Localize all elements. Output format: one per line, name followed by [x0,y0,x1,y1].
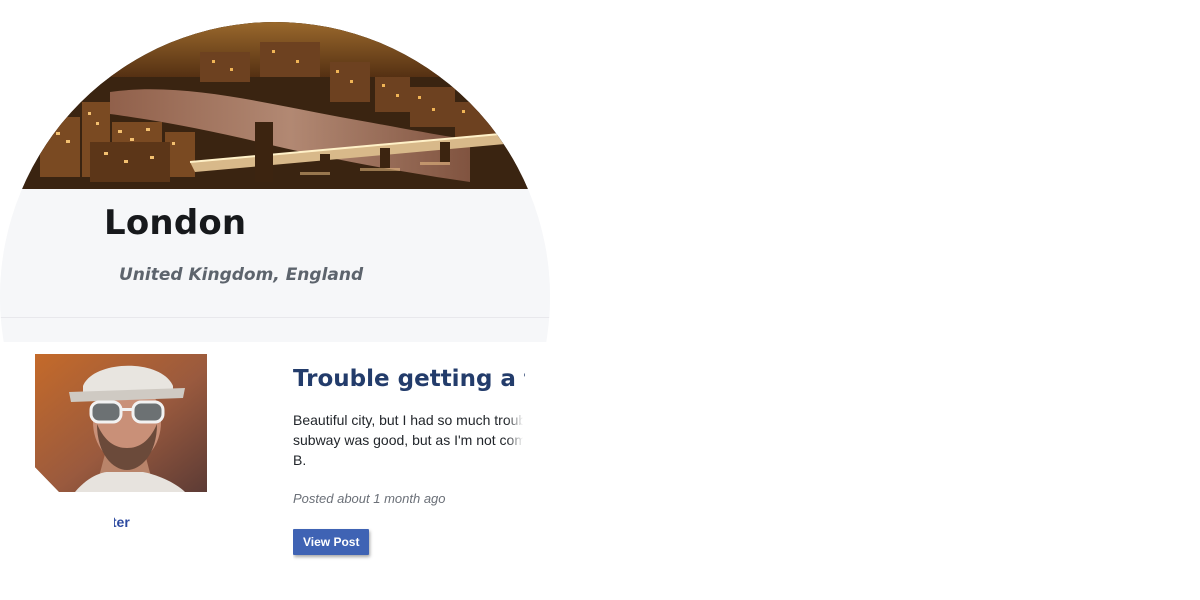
excerpt-fade [507,410,525,450]
post-body: Trouble getting a taxi Beautiful city, b… [293,340,525,580]
excerpt-line: Beautiful city, but I had so much troub [293,412,525,428]
city-info-panel: London United Kingdom, England [0,189,550,318]
author-avatar[interactable] [35,354,207,492]
post-card: lter Trouble getting a taxi Beautiful ci… [0,340,552,600]
excerpt-line: B. [293,452,307,468]
post-timestamp: Posted about 1 month ago [293,491,446,506]
view-post-button[interactable]: View Post [293,529,370,555]
post-excerpt: Beautiful city, but I had so much troub … [293,410,525,470]
excerpt-line: subway was good, but as I'm not com [293,432,525,448]
city-location: United Kingdom, England [119,265,364,285]
city-hero-image [0,22,550,189]
city-header-card: London United Kingdom, England [0,22,550,342]
page: London United Kingdom, England lter Trou… [0,0,1200,600]
post-title[interactable]: Trouble getting a taxi [293,366,525,392]
author-name-link[interactable]: lter [114,514,168,530]
city-title: London [104,203,247,243]
